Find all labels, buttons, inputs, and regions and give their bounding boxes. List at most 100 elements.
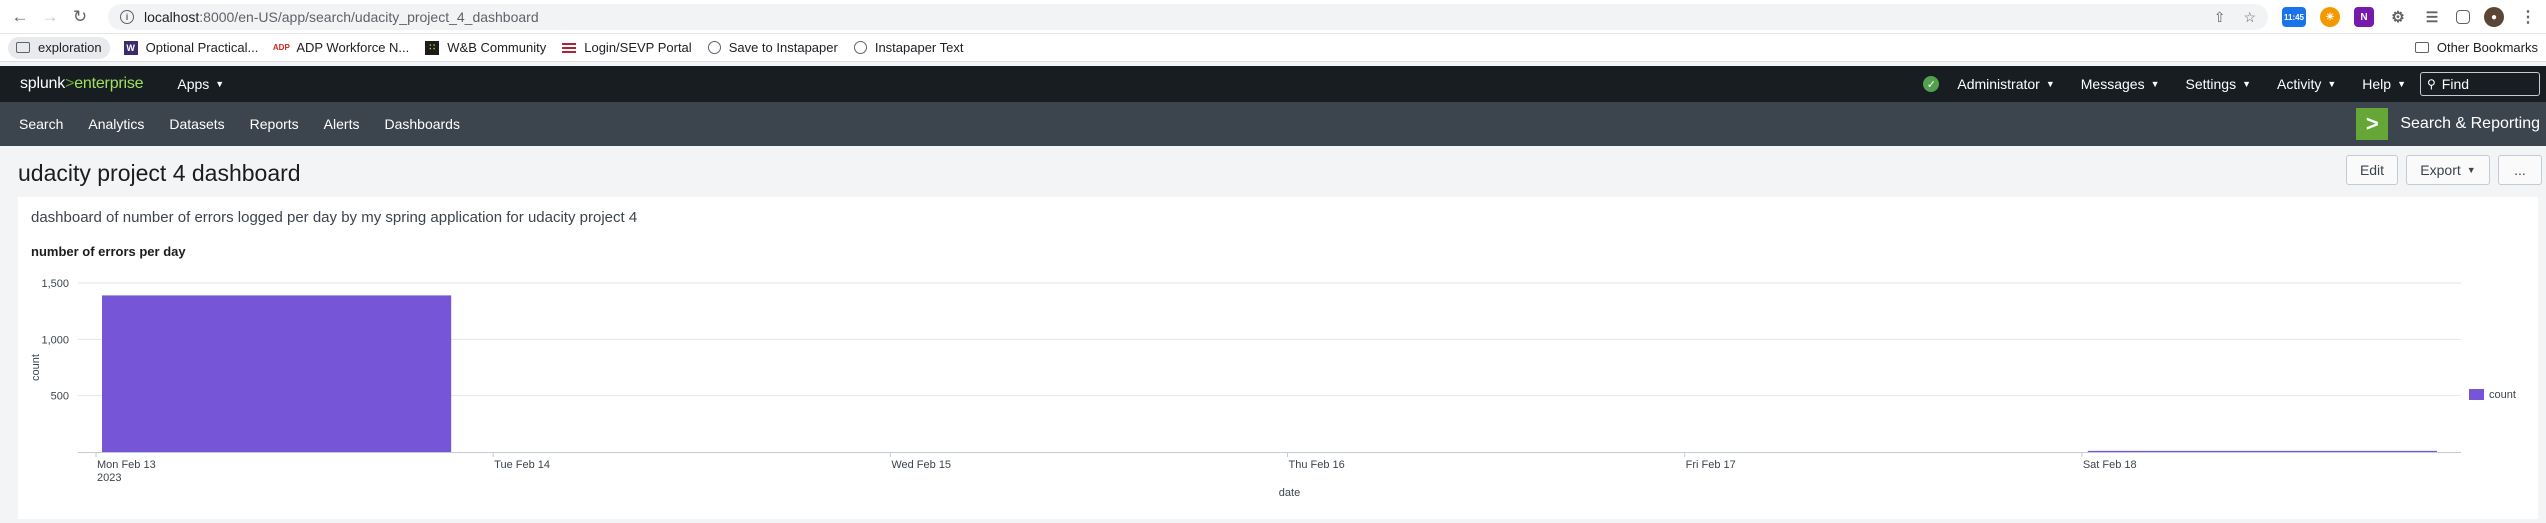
bookmark-item[interactable]: ADP ADP Workforce N... xyxy=(266,37,417,59)
puzzle-extensions-icon[interactable]: ⚙ xyxy=(2388,7,2408,27)
us-flag-icon xyxy=(562,42,577,53)
export-label: Export xyxy=(2420,162,2461,178)
bookmark-label: Instapaper Text xyxy=(874,40,964,55)
y-axis-title: count xyxy=(30,354,42,381)
y-tick-label: 1,500 xyxy=(41,278,69,290)
menu-label: Activity xyxy=(2277,76,2322,92)
more-button[interactable]: ... xyxy=(2498,155,2542,185)
x-tick-label: Thu Feb 16 xyxy=(1289,459,1345,471)
menu-settings[interactable]: Settings ▼ xyxy=(2186,76,2252,92)
wandb-icon: ∷ xyxy=(425,40,440,55)
app-title[interactable]: > Search & Reporting xyxy=(2356,102,2546,146)
onenote-extension-icon[interactable]: N xyxy=(2354,7,2374,27)
bookmark-label: ADP Workforce N... xyxy=(296,40,410,55)
y-tick-label: 1,000 xyxy=(41,334,69,346)
caret-down-icon: ▼ xyxy=(2327,79,2337,89)
more-label: ... xyxy=(2514,162,2526,178)
bookmark-item[interactable]: W Optional Practical... xyxy=(116,37,267,59)
x-tick-label: Wed Feb 15 xyxy=(891,459,951,471)
bookmark-item[interactable]: Login/SEVP Portal xyxy=(554,37,699,59)
apps-label: Apps xyxy=(177,76,210,92)
export-button[interactable]: Export ▼ xyxy=(2406,155,2490,185)
bookmark-item[interactable]: Save to Instapaper xyxy=(700,37,846,59)
bookmark-item[interactable]: ∷ W&B Community xyxy=(417,37,554,59)
x-axis-title: date xyxy=(1279,487,1300,499)
calendar-extension-icon[interactable]: 11:45 xyxy=(2282,7,2306,27)
menu-administrator[interactable]: Administrator ▼ xyxy=(1957,76,2054,92)
bar xyxy=(2087,450,2437,452)
caret-down-icon: ▼ xyxy=(2466,165,2476,175)
bookmarks-bar: exploration W Optional Practical... ADP … xyxy=(0,34,2546,62)
app-nav-bar: Search Analytics Datasets Reports Alerts… xyxy=(0,102,2546,146)
logo-enterprise: enterprise xyxy=(74,75,144,92)
profile-avatar[interactable]: ● xyxy=(2484,7,2504,27)
y-tick-label: 500 xyxy=(51,391,69,403)
x-tick-label: Tue Feb 14 xyxy=(494,459,550,471)
back-icon[interactable]: ← xyxy=(6,3,34,31)
search-app-icon: > xyxy=(2356,108,2389,140)
bookmark-item[interactable]: Instapaper Text xyxy=(846,37,972,59)
menu-messages[interactable]: Messages ▼ xyxy=(2081,76,2160,92)
page-title: udacity project 4 dashboard xyxy=(18,160,301,186)
nav-datasets[interactable]: Datasets xyxy=(169,116,224,132)
bookmark-star-icon[interactable]: ☆ xyxy=(2243,9,2256,26)
menu-label: Settings xyxy=(2185,76,2237,92)
caret-down-icon: ▼ xyxy=(2045,79,2055,89)
bookmark-folder-exploration[interactable]: exploration xyxy=(8,36,110,59)
globe-icon xyxy=(707,41,721,54)
search-icon: ⚲ xyxy=(2427,77,2436,91)
x-tick-label: Fri Feb 17 xyxy=(1686,459,1736,471)
x-tick-label: Mon Feb 13 xyxy=(97,459,156,471)
edit-label: Edit xyxy=(2359,162,2385,178)
find-input[interactable]: ⚲ Find xyxy=(2420,72,2540,96)
nav-dashboards[interactable]: Dashboards xyxy=(384,116,460,132)
caret-down-icon: ▼ xyxy=(2397,79,2406,89)
find-placeholder: Find xyxy=(2441,76,2470,92)
globe-icon xyxy=(853,41,867,54)
dashboard-actions: Edit Export ▼ ... xyxy=(2346,155,2542,185)
bookmark-label: W&B Community xyxy=(447,40,547,55)
menu-label: Messages xyxy=(2080,76,2145,92)
address-bar[interactable]: i localhost:8000/en-US/app/search/udacit… xyxy=(108,4,2268,30)
errors-per-day-chart: 500 1,000 1,500 Mon Feb 13 Tue Feb 14 Wed Feb… xyxy=(30,278,2516,499)
sun-extension-icon[interactable]: ☀ xyxy=(2320,7,2340,27)
x-tick-label: Sat Feb 18 xyxy=(2083,459,2137,471)
menu-label: Help xyxy=(2362,76,2392,92)
menu-help[interactable]: Help ▼ xyxy=(2362,76,2406,92)
bar xyxy=(102,295,452,452)
nav-alerts[interactable]: Alerts xyxy=(324,116,360,132)
kebab-menu-icon[interactable]: ⋮ xyxy=(2518,7,2538,27)
menu-activity[interactable]: Activity ▼ xyxy=(2277,76,2336,92)
forward-icon[interactable]: → xyxy=(36,3,64,31)
adp-icon: ADP xyxy=(272,43,290,52)
bookmark-label: Login/SEVP Portal xyxy=(584,40,692,55)
site-info-icon[interactable]: i xyxy=(120,10,134,24)
caret-down-icon: ▼ xyxy=(2150,79,2160,89)
edit-button[interactable]: Edit xyxy=(2346,155,2398,185)
logo-text: splunk xyxy=(20,75,66,92)
menu-label: Administrator xyxy=(1957,76,2040,92)
dashboard-panel: dashboard of number of errors logged per… xyxy=(18,197,2538,519)
extensions-area: 11:45 ☀ N ⚙ ☰ ● ⋮ xyxy=(2282,4,2546,30)
other-bookmarks[interactable]: Other Bookmarks xyxy=(2407,37,2546,59)
bookmark-label: exploration xyxy=(38,40,102,55)
nav-analytics[interactable]: Analytics xyxy=(88,116,144,132)
caret-down-icon: ▼ xyxy=(215,79,225,89)
other-bookmarks-label: Other Bookmarks xyxy=(2436,40,2538,55)
legend-swatch xyxy=(2469,389,2484,400)
nav-search[interactable]: Search xyxy=(19,116,63,132)
apps-menu[interactable]: Apps ▼ xyxy=(177,76,224,92)
app-name: Search & Reporting xyxy=(2400,115,2540,132)
nav-reports[interactable]: Reports xyxy=(250,116,299,132)
w-icon: W xyxy=(123,40,138,55)
splunk-logo[interactable]: splunk>enterprise xyxy=(20,75,144,93)
reading-list-icon[interactable]: ☰ xyxy=(2422,7,2442,27)
url-host: localhost xyxy=(144,9,200,25)
share-icon[interactable]: ⇧ xyxy=(2214,9,2226,26)
reload-icon[interactable]: ↻ xyxy=(66,3,94,31)
caret-down-icon: ▼ xyxy=(2242,79,2252,89)
bookmark-label: Save to Instapaper xyxy=(728,40,838,55)
browser-toolbar: ← → ↻ i localhost:8000/en-US/app/search/… xyxy=(0,0,2546,34)
health-ok-icon[interactable]: ✓ xyxy=(1923,76,1940,92)
side-panel-icon[interactable] xyxy=(2456,10,2470,24)
